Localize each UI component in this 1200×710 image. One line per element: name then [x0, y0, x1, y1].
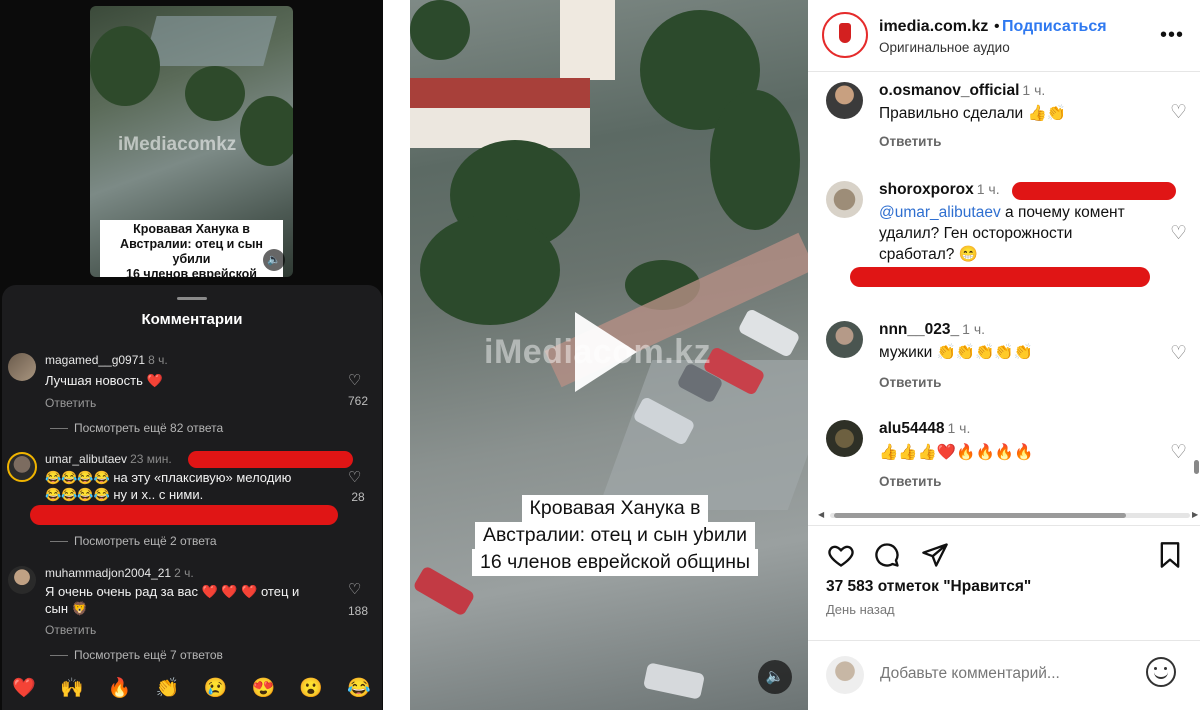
like-icon[interactable]: ♡: [1170, 342, 1187, 365]
screenshot-collage: iMediacomkz Кровавая Ханука в Австралии:…: [0, 0, 1200, 710]
like-icon[interactable]: ♡: [1170, 222, 1187, 245]
view-replies-link[interactable]: Посмотреть ещё 2 ответа: [50, 534, 217, 548]
account-name[interactable]: imedia.com.kz: [879, 18, 988, 36]
emoji-fire[interactable]: 🔥: [108, 676, 132, 700]
emoji-cry[interactable]: 😢: [204, 676, 228, 700]
more-options-icon[interactable]: •••: [1160, 24, 1184, 47]
comment-text: 👍👍👍❤️🔥🔥🔥🔥: [879, 444, 1034, 461]
reply-button[interactable]: Ответить: [45, 396, 96, 410]
post-actions-bar: [808, 525, 1200, 585]
comment-username: shoroxporox: [879, 181, 974, 198]
avatar[interactable]: [7, 452, 37, 482]
comment-text: мужики 👏👏👏👏👏: [879, 344, 1034, 361]
reply-button[interactable]: Ответить: [879, 474, 941, 489]
view-replies-link[interactable]: Посмотреть ещё 82 ответа: [50, 421, 223, 435]
redaction-mark: [1012, 182, 1176, 200]
scroll-left-arrow-icon[interactable]: ◀: [818, 510, 824, 519]
comment-time: 1 ч.: [947, 420, 971, 436]
scrollbar-thumb[interactable]: [834, 513, 1126, 518]
follow-button[interactable]: Подписаться: [1002, 18, 1107, 36]
comment-time: 8 ч.: [148, 353, 168, 367]
like-heart-icon[interactable]: [826, 541, 856, 569]
avatar[interactable]: [826, 321, 863, 358]
video-caption: Кровавая Ханука в Австралии: отец и сын …: [450, 495, 780, 576]
avatar[interactable]: [8, 353, 36, 381]
sheet-title: Комментарии: [141, 311, 243, 328]
comment-text: Правильно сделали 👍👏: [879, 105, 1067, 122]
share-send-icon[interactable]: [920, 541, 950, 569]
comment-text: @umar_alibutaev а почему комент удалил? …: [879, 204, 1125, 263]
mention-link[interactable]: @umar_alibutaev: [879, 204, 1001, 221]
horizontal-scrollbar[interactable]: ◀ ▶: [816, 510, 1200, 520]
save-bookmark-icon[interactable]: [1155, 541, 1185, 569]
comment-text-line-1: 😂😂😂😂 на эту «плаксивую» мелодию: [45, 470, 292, 485]
like-icon[interactable]: ♡: [1170, 101, 1187, 124]
reply-button[interactable]: Ответить: [879, 134, 941, 149]
comment-username: umar_alibutaev: [45, 452, 128, 466]
reply-button[interactable]: Ответить: [45, 623, 96, 637]
emoji-picker-icon[interactable]: [1146, 657, 1176, 687]
avatar[interactable]: [826, 181, 863, 218]
sound-icon[interactable]: 🔈: [263, 249, 285, 271]
sound-icon[interactable]: 🔈: [758, 660, 792, 694]
quick-reaction-bar: ❤️ 🙌 🔥 👏 😢 😍 😮 😂: [0, 676, 383, 700]
thumbnail-watermark: iMediacomkz: [118, 134, 237, 155]
comment-text-line-2: 😂😂😂😂 ну и х.. с ними.: [45, 487, 204, 502]
add-comment-bar: Добавьте комментарий...: [808, 640, 1200, 710]
account-avatar[interactable]: [822, 12, 868, 58]
audio-label[interactable]: Оригинальное аудио: [879, 40, 1010, 55]
vertical-scrollbar-thumb[interactable]: [1194, 460, 1199, 474]
mobile-comments-screen: iMediacomkz Кровавая Ханука в Австралии:…: [0, 0, 383, 710]
like-count: 762: [347, 394, 369, 408]
reply-button[interactable]: Ответить: [879, 375, 941, 390]
instagram-post-panel: imedia.com.kz • Подписаться Оригинальное…: [808, 0, 1200, 710]
like-icon[interactable]: ♡: [348, 580, 361, 598]
like-count: 188: [347, 604, 369, 618]
emoji-heart[interactable]: ❤️: [12, 676, 36, 700]
comment-username: magamed__g0971: [45, 353, 146, 367]
emoji-raised-hands[interactable]: 🙌: [60, 676, 84, 700]
comment-text-line-1: Я очень очень рад за вас ❤️ ❤️ ❤️ отец и: [45, 584, 300, 599]
scroll-right-arrow-icon[interactable]: ▶: [1192, 510, 1198, 519]
comment-time: 23 мин.: [130, 452, 172, 466]
comment-username: muhammadjon2004_21: [45, 566, 172, 580]
comment-username: o.osmanov_official: [879, 82, 1020, 99]
add-comment-input[interactable]: Добавьте комментарий...: [880, 665, 1060, 683]
video-thumbnail[interactable]: iMediacomkz Кровавая Ханука в Австралии:…: [90, 6, 293, 277]
like-icon[interactable]: ♡: [1170, 441, 1187, 464]
comment-username: nnn__023_: [879, 321, 960, 338]
comment-icon[interactable]: [872, 541, 902, 569]
separator-dot: •: [994, 18, 1000, 35]
comment-time: 2 ч.: [174, 566, 194, 580]
likes-count[interactable]: 37 583 отметок "Нравится": [826, 578, 1031, 596]
avatar[interactable]: [826, 656, 864, 694]
like-icon[interactable]: ♡: [348, 468, 361, 486]
thumbnail-caption: Кровавая Ханука в Австралии: отец и сын …: [100, 220, 283, 277]
emoji-laugh[interactable]: 😂: [347, 676, 371, 700]
comment-text-line-2: сын 🦁: [45, 601, 88, 616]
comment-text: Лучшая новость ❤️: [45, 373, 163, 388]
post-header: imedia.com.kz • Подписаться Оригинальное…: [808, 0, 1200, 72]
play-icon[interactable]: [575, 312, 637, 392]
comment-time: 1 ч.: [962, 321, 985, 337]
sheet-grab-handle[interactable]: [177, 297, 207, 300]
redaction-mark: [30, 505, 338, 525]
emoji-heart-eyes[interactable]: 😍: [251, 676, 275, 700]
redaction-mark: [850, 267, 1150, 287]
avatar[interactable]: [8, 566, 36, 594]
redaction-mark: [188, 451, 353, 468]
emoji-surprised[interactable]: 😮: [299, 676, 323, 700]
comment-username: alu54448: [879, 420, 945, 437]
post-date: День назад: [826, 602, 895, 617]
emoji-clap[interactable]: 👏: [156, 676, 180, 700]
video-player[interactable]: iMediacom.kz Кровавая Ханука в Австралии…: [410, 0, 808, 710]
avatar[interactable]: [826, 82, 863, 119]
like-icon[interactable]: ♡: [348, 371, 361, 389]
comment-time: 1 ч.: [976, 181, 1000, 197]
view-replies-link[interactable]: Посмотреть ещё 7 ответов: [50, 648, 223, 662]
like-count: 28: [351, 490, 365, 504]
avatar[interactable]: [826, 420, 863, 457]
comment-time: 1 ч.: [1022, 82, 1046, 98]
